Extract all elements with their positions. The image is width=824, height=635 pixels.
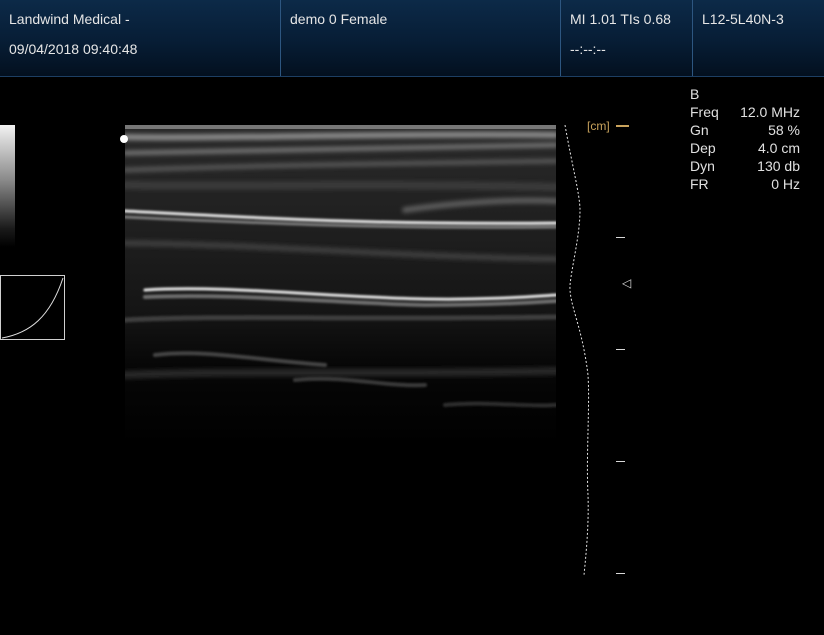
param-row: Dep 4.0 cm xyxy=(690,140,810,158)
param-value: 4.0 cm xyxy=(757,140,800,156)
param-name: Gn xyxy=(690,122,709,138)
exam-datetime: 09/04/2018 09:40:48 xyxy=(9,41,138,57)
safety-index-cell: MI 1.01 TIs 0.68 --:--:-- xyxy=(561,0,693,76)
param-name: FR xyxy=(690,176,709,192)
imaging-parameters: B Freq 12.0 MHz Gn 58 % Dep 4.0 cm Dyn 130 d… xyxy=(690,86,810,194)
depth-unit-label: [cm] xyxy=(587,119,610,133)
depth-tick xyxy=(616,349,625,350)
depth-tick xyxy=(616,461,625,462)
depth-scale-zero xyxy=(616,125,629,127)
param-row: Dyn 130 db xyxy=(690,158,810,176)
exam-timer: --:--:-- xyxy=(570,41,606,57)
tgc-curve xyxy=(564,125,590,575)
patient-cell: demo 0 Female xyxy=(281,0,561,76)
mi-tis-readout: MI 1.01 TIs 0.68 xyxy=(570,11,671,27)
param-mode: B xyxy=(690,86,810,104)
param-value: 0 Hz xyxy=(771,176,800,192)
probe-cell: L12-5L40N-3 xyxy=(693,0,824,76)
param-row: Freq 12.0 MHz xyxy=(690,104,810,122)
param-name: Dyn xyxy=(690,158,715,174)
grayscale-bar xyxy=(0,125,15,247)
focus-marker-dot xyxy=(120,135,128,143)
patient-info: demo 0 Female xyxy=(290,11,388,27)
ultrasound-image[interactable] xyxy=(125,125,556,585)
param-name: Freq xyxy=(690,104,719,120)
param-row: FR 0 Hz xyxy=(690,176,810,194)
param-value: 12.0 MHz xyxy=(740,104,800,120)
param-value: 130 db xyxy=(757,158,800,174)
param-value: 58 % xyxy=(768,122,800,138)
mode-label: B xyxy=(690,86,700,102)
institution-cell: Landwind Medical - 09/04/2018 09:40:48 xyxy=(0,0,281,76)
focus-depth-indicator-icon[interactable]: ◁ xyxy=(622,276,631,290)
probe-name: L12-5L40N-3 xyxy=(702,11,784,27)
institution-name: Landwind Medical - xyxy=(9,11,130,27)
param-row: Gn 58 % xyxy=(690,122,810,140)
depth-tick xyxy=(616,237,625,238)
param-name: Dep xyxy=(690,140,716,156)
gray-map-curve-icon xyxy=(0,275,65,340)
header-bar: Landwind Medical - 09/04/2018 09:40:48 d… xyxy=(0,0,824,77)
depth-tick xyxy=(616,573,625,574)
